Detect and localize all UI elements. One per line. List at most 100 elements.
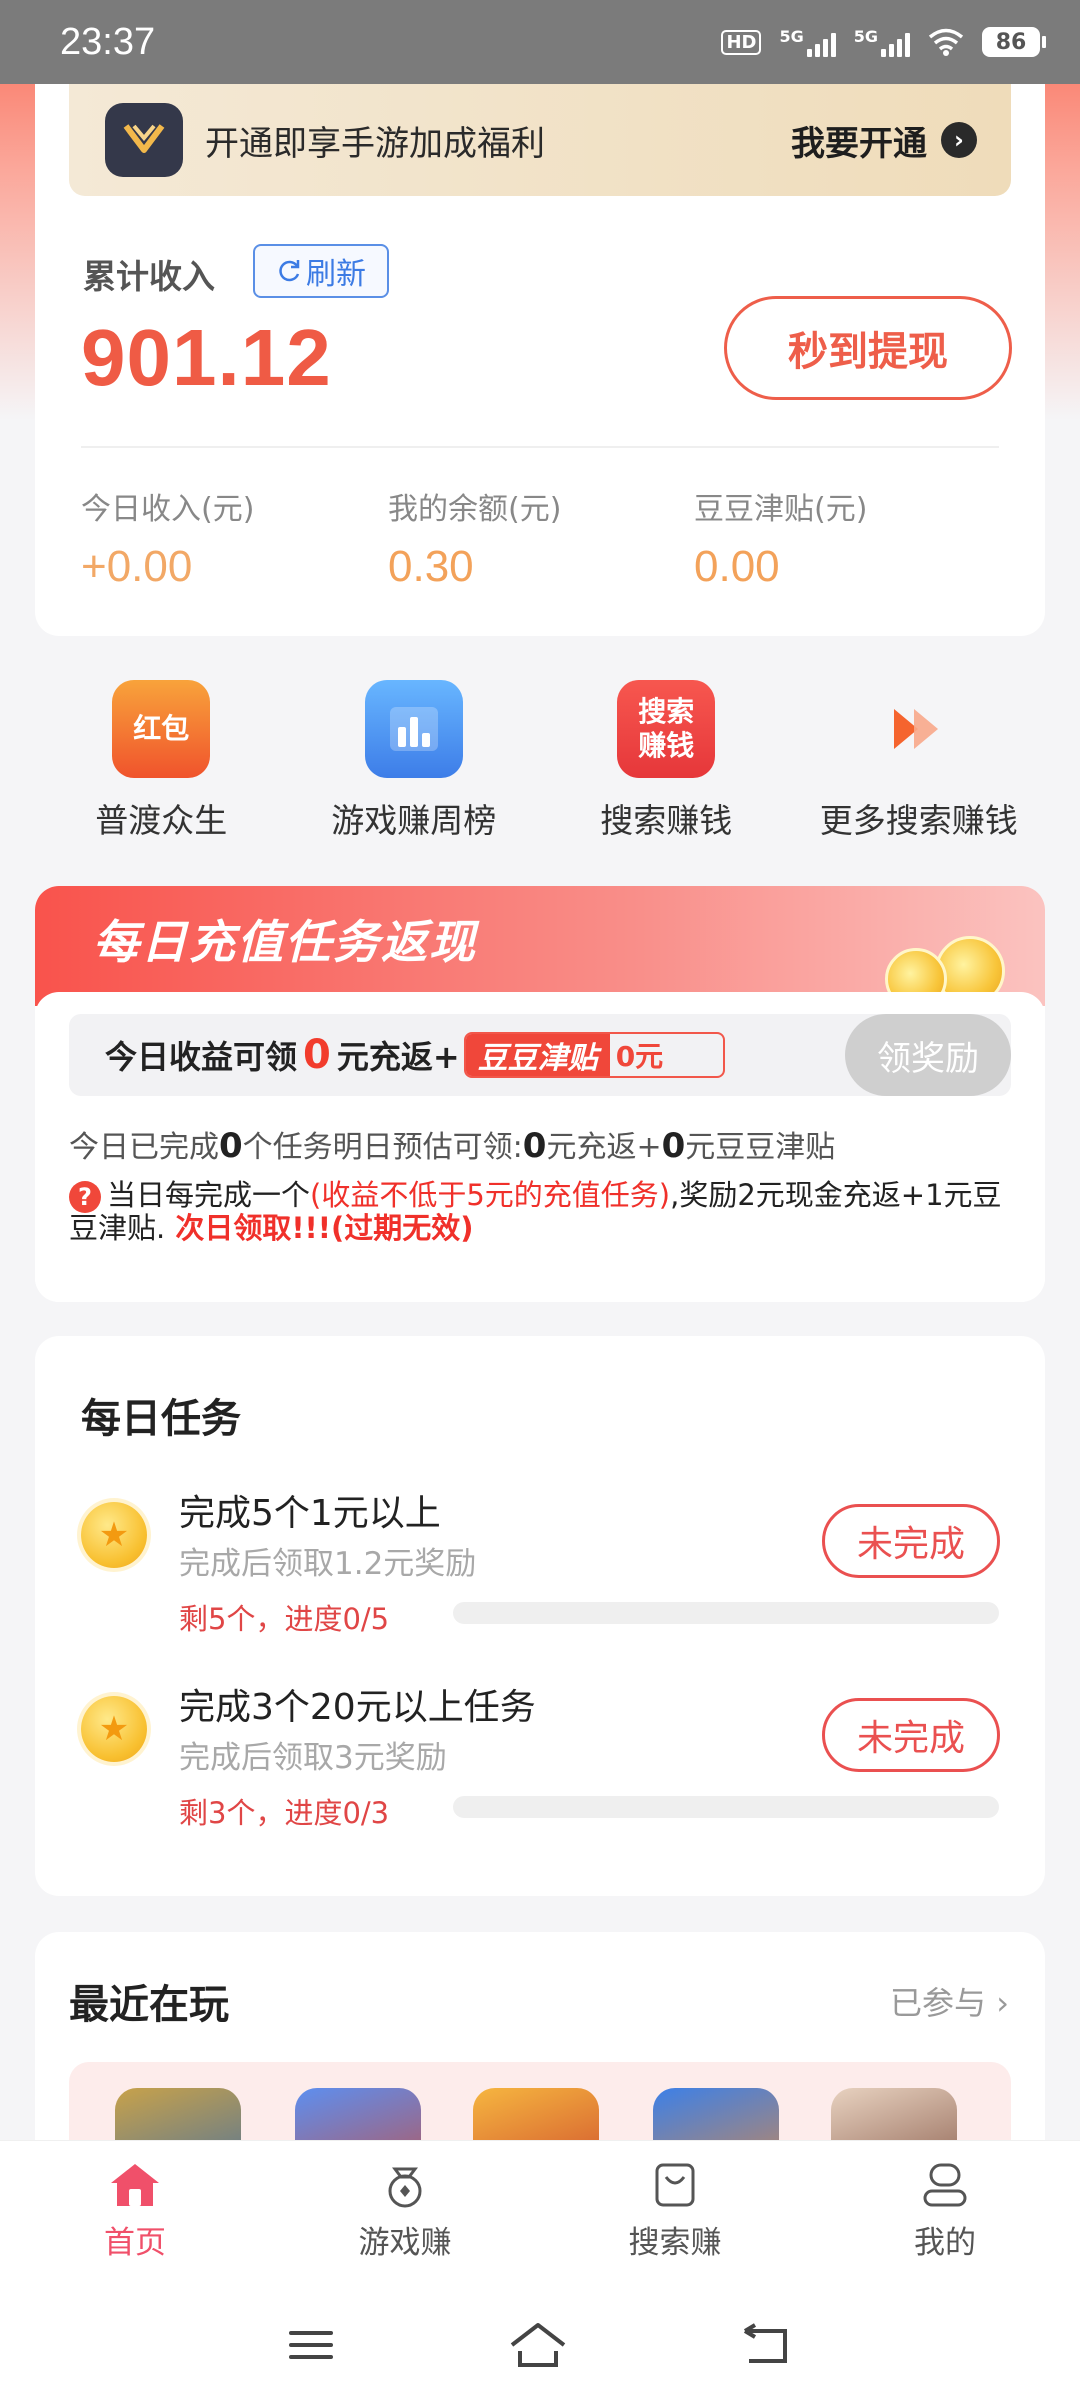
recharge-header: 每日充值任务返现 — [35, 886, 1045, 1010]
recent-played-title: 最近在玩 — [69, 1982, 229, 2028]
coin-icon: ★ — [81, 1502, 147, 1568]
vip-open-button[interactable]: 我要开通 › — [791, 116, 977, 165]
vip-banner-text: 开通即享手游加成福利 — [205, 123, 545, 164]
task-item: ★ 完成3个20元以上任务 完成后领取3元奖励 剩3个，进度0/3 未完成 — [35, 1670, 1045, 1850]
withdraw-button[interactable]: 秒到提现 — [724, 296, 1012, 400]
game-bag-icon — [388, 2167, 422, 2208]
income-card: 开通即享手游加成福利 我要开通 › 累计收入 刷新 901.12 秒到提现 今日… — [35, 84, 1045, 636]
vip-open-label: 我要开通 — [791, 123, 927, 164]
vip-logo-icon — [105, 103, 183, 177]
task-progress-text: 剩3个，进度0/3 — [179, 1796, 390, 1830]
progress-text: 元充返+ — [546, 1130, 662, 1165]
shortcut-label: 更多搜索赚钱 — [819, 801, 1018, 840]
network-2-label: 5G — [853, 27, 878, 46]
shortcut-more-search[interactable]: 更多搜索赚钱 — [793, 680, 1046, 850]
hd-icon: HD — [721, 29, 762, 55]
system-nav-bar — [0, 2290, 1080, 2400]
battery-icon: 86 — [982, 27, 1046, 57]
task-status-button[interactable]: 未完成 — [822, 1698, 1000, 1772]
claim-prefix: 今日收益可领 — [105, 1038, 298, 1076]
bottom-nav: 首页 游戏赚 搜索赚 我的 — [0, 2140, 1080, 2290]
nav-game-earn[interactable]: 游戏赚 — [270, 2141, 540, 2290]
task-progress-text: 剩5个，进度0/5 — [179, 1602, 390, 1636]
nav-label: 游戏赚 — [358, 2225, 452, 2261]
recharge-body: 今日收益可领 0 元充返+ 豆豆津贴 0元 领奖励 今日已完成0个任务明日预估可… — [35, 992, 1045, 1302]
signal-icon-2: 5G — [854, 27, 910, 57]
progress-text: 个任务明日预估可领: — [242, 1130, 523, 1165]
status-time: 23:37 — [60, 20, 156, 63]
divider — [81, 446, 999, 448]
refresh-icon — [279, 260, 300, 282]
task-title: 完成3个20元以上任务 — [179, 1687, 536, 1728]
stat-value: 0.30 — [388, 542, 474, 591]
participated-link[interactable]: 已参与 › — [890, 1978, 1009, 2024]
task-status-button[interactable]: 未完成 — [822, 1504, 1000, 1578]
progress-subsidy: 0 — [661, 1126, 686, 1166]
task-item: ★ 完成5个1元以上 完成后领取1.2元奖励 剩5个，进度0/5 未完成 — [35, 1476, 1045, 1656]
shortcut-game-weekly[interactable]: 游戏赚周榜 — [288, 680, 541, 850]
stat-today-income: 今日收入(元) +0.00 — [81, 484, 254, 592]
progress-cash: 0 — [522, 1126, 547, 1166]
red-packet-icon: 红包 — [112, 680, 211, 778]
stat-value: 0.00 — [694, 542, 780, 591]
nav-label: 我的 — [914, 2225, 976, 2261]
progress-text: 今日已完成 — [69, 1130, 219, 1165]
search-earn-icon: 搜索赚钱 — [617, 680, 716, 778]
total-income-value: 901.12 — [81, 313, 332, 402]
subsidy-tag: 豆豆津贴 — [465, 1034, 610, 1076]
profile-icon — [923, 2163, 967, 2207]
vip-banner[interactable]: 开通即享手游加成福利 我要开通 › — [69, 84, 1011, 196]
stat-label: 今日收入(元) — [81, 492, 255, 527]
total-income-label: 累计收入 — [83, 257, 215, 296]
shortcut-label: 游戏赚周榜 — [331, 801, 497, 840]
shopping-bag-icon — [655, 2163, 695, 2207]
daily-tasks-card: 每日任务 ★ 完成5个1元以上 完成后领取1.2元奖励 剩5个，进度0/5 未完… — [35, 1336, 1045, 1896]
coin-icon: ★ — [81, 1696, 147, 1762]
claim-amount: 0 — [303, 1032, 331, 1078]
task-subtitle: 完成后领取3元奖励 — [179, 1740, 447, 1776]
task-title: 完成5个1元以上 — [179, 1493, 441, 1534]
recharge-task-card: 每日充值任务返现 今日收益可领 0 元充返+ 豆豆津贴 0元 领奖励 今日已完成… — [35, 886, 1045, 1302]
rule-highlight: (收益不低于5元的充值任务) — [310, 1178, 671, 1212]
stat-balance: 我的余额(元) 0.30 — [388, 484, 561, 592]
claim-reward-button[interactable]: 领奖励 — [845, 1014, 1011, 1096]
nav-home[interactable]: 首页 — [0, 2141, 270, 2290]
task-subtitle: 完成后领取1.2元奖励 — [179, 1546, 477, 1582]
network-1-label: 5G — [779, 27, 804, 46]
recharge-rule-text: ? 当日每完成一个(收益不低于5元的充值任务),奖励2元现金充返+1元豆豆津贴. … — [69, 1180, 1029, 1243]
menu-icon[interactable] — [287, 2325, 335, 2365]
stat-value: +0.00 — [81, 542, 193, 591]
bar-chart-icon — [364, 680, 463, 778]
signal-icon-1: 5G — [779, 27, 836, 57]
recharge-title: 每日充值任务返现 — [93, 915, 477, 969]
shortcut-search-earn[interactable]: 搜索赚钱 搜索赚钱 — [540, 680, 793, 850]
red-packet-icon-text: 红包 — [133, 712, 190, 745]
shortcut-label: 搜索赚钱 — [600, 801, 733, 840]
recharge-progress-text: 今日已完成0个任务明日预估可领:0元充返+0元豆豆津贴 — [69, 1122, 835, 1166]
chevron-right-icon: › — [996, 1984, 1009, 2022]
nav-search-earn[interactable]: 搜索赚 — [540, 2141, 810, 2290]
claim-row: 今日收益可领 0 元充返+ 豆豆津贴 0元 领奖励 — [69, 1014, 1011, 1096]
subsidy-amount: 0元 — [615, 1040, 664, 1073]
nav-label: 搜索赚 — [628, 2225, 722, 2261]
status-icons: HD 5G 5G 86 — [721, 27, 1046, 57]
nav-profile[interactable]: 我的 — [810, 2141, 1080, 2290]
rule-warning: 次日领取!!!(过期无效) — [165, 1211, 474, 1245]
question-icon[interactable]: ? — [69, 1181, 101, 1213]
progress-count: 0 — [219, 1126, 243, 1166]
shortcut-label: 普渡众生 — [95, 801, 228, 840]
shortcut-row: 红包 普渡众生 游戏赚周榜 搜索赚钱 搜索赚钱 更多搜索赚钱 — [35, 680, 1045, 850]
back-icon[interactable] — [741, 2323, 793, 2367]
refresh-button[interactable]: 刷新 — [253, 244, 389, 298]
refresh-label: 刷新 — [306, 257, 366, 292]
shortcut-red-packet[interactable]: 红包 普渡众生 — [35, 680, 288, 850]
task-progress-bar — [453, 1796, 999, 1818]
nav-label: 首页 — [104, 2225, 166, 2261]
stat-label: 我的余额(元) — [388, 492, 562, 527]
rule-text: 当日每完成一个 — [107, 1178, 311, 1212]
chevron-right-icon: › — [941, 122, 977, 158]
home-system-icon[interactable] — [508, 2321, 568, 2369]
stat-subsidy: 豆豆津贴(元) 0.00 — [694, 484, 867, 592]
double-arrow-icon — [870, 680, 968, 778]
task-progress-bar — [453, 1602, 999, 1624]
